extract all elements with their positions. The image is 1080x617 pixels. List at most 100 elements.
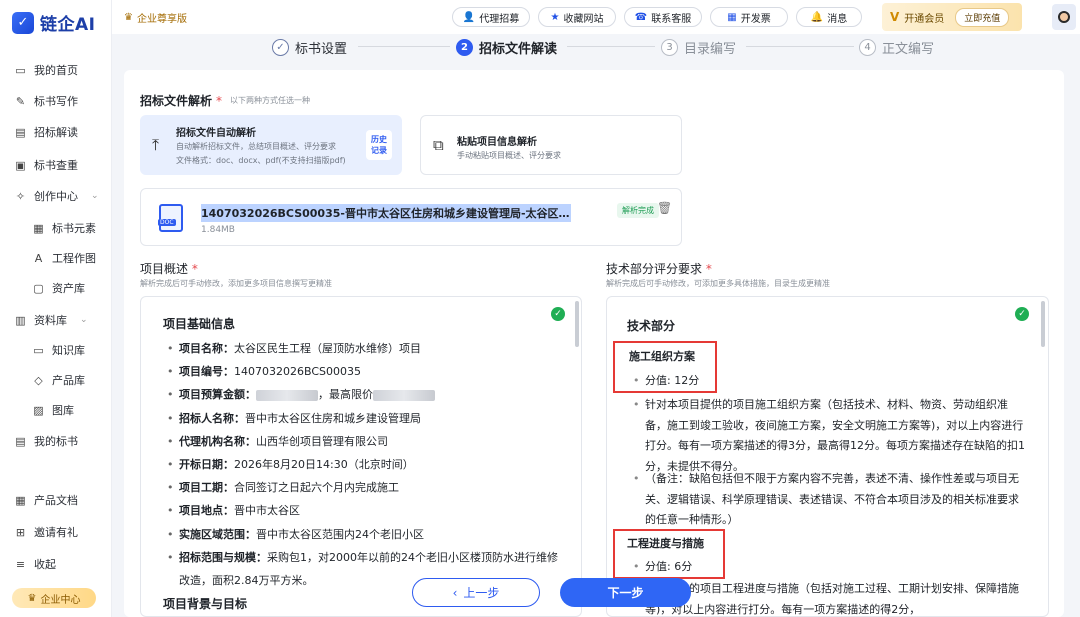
previous-step-button[interactable]: ‹ 上一步 [412,578,540,607]
uploaded-file: DOC 1407032026BCS00035-晋中市太谷区住房和城乡建设管理局-… [140,188,682,246]
list-item: （备注：缺陷包括但不限于方案内容不完善，表述不清、操作性差或与项目无关、逻辑错误… [629,469,1029,531]
avatar-icon [1058,11,1070,23]
sidebar-item-label: 创作中心 [34,190,78,203]
list-item: 代理机构名称：山西华创项目管理有限公司 [163,430,558,453]
contact-support-button[interactable]: ☎ 联系客服 [624,7,702,27]
recharge-button[interactable]: 立即充值 [955,7,1010,27]
trash-icon[interactable]: 🗑 [657,201,672,215]
crown-icon: ♛ [27,592,37,604]
brand-logo[interactable]: ✓ 链企AI [12,10,95,35]
sidebar-item-label: 工程作图 [52,252,96,265]
scrollbar[interactable] [1041,301,1045,347]
agent-recruit-button[interactable]: 👤 代理招募 [452,7,530,27]
image-icon: ▨ [33,403,44,417]
sidebar-collapse[interactable]: ≡ 收起 [14,554,56,574]
logo-icon: ✓ [12,11,34,34]
pen-icon: ✎ [15,94,26,108]
sidebar-item-label: 标书查重 [34,159,78,172]
sidebar-item-label: 知识库 [52,344,85,357]
check-circle-icon: ✓ [551,307,565,321]
book-icon: ▭ [33,343,44,357]
favorite-site-button[interactable]: ★ 收藏网站 [538,7,616,27]
sidebar-item-resource-library[interactable]: ▥ 资料库 ⌄ [14,310,88,330]
brand-name: 链企AI [40,15,96,35]
next-step-button[interactable]: 下一步 [560,578,691,607]
overview-heading: 项目基础信息 [163,317,236,331]
list-item: 项目地点：晋中市太谷区 [163,499,558,522]
sidebar-item-label: 产品库 [52,374,85,387]
sidebar-item-tender-interpretation[interactable]: ▤ 招标解读 [14,122,78,142]
scrollbar[interactable] [575,301,579,347]
drawing-icon: A [34,251,43,265]
check-doc-icon: ▣ [15,158,26,172]
headset-icon: ☎ [634,11,648,23]
sidebar-item-engineering-drawing[interactable]: A 工程作图 [32,248,96,268]
technical-hint: 解析完成后可手动修改，可添加更多具体措施，目录生成更精准 [606,279,830,288]
list-item: 招标人名称：晋中市太谷区住房和城乡建设管理局 [163,407,558,430]
chevron-down-icon: ⌄ [80,315,88,325]
sidebar-item-label: 标书元素 [52,222,96,235]
technical-heading: 技术部分 [627,319,676,333]
file-size: 1.84MB [201,225,235,235]
list-item: 实施区域范围：晋中市太谷区范围内24个老旧小区 [163,523,558,546]
sidebar-item-image-library[interactable]: ▨ 图库 [32,400,74,420]
crown-icon: ♛ [124,12,133,23]
sidebar-item-creation-center[interactable]: ✧ 创作中心 ⌄ [14,186,99,206]
check-icon: ✓ [272,39,289,56]
star-icon: ★ [550,11,560,23]
upload-icon: ⤒ [152,135,160,154]
overview-hint: 解析完成后可手动修改，添加更多项目信息撰写更精准 [140,279,332,288]
sidebar-item-label: 我的首页 [34,64,78,77]
list-item: 分值: 6分 [629,557,1009,578]
vip-banner[interactable]: V 开通会员 立即充值 [882,3,1022,31]
enterprise-center-button[interactable]: ♛ 企业中心 [12,588,96,608]
redacted-block [256,389,318,401]
history-button[interactable]: 历史记录 [366,130,392,160]
check-circle-icon: ✓ [1015,307,1029,321]
technical-editor[interactable]: ✓ 技术部分 施工组织方案 分值: 12分 针对本项目提供的项目施工组织方案（包… [606,296,1049,617]
sidebar-item-product-docs[interactable]: ▦ 产品文档 [14,490,78,510]
step-toc-writing[interactable]: 3 目录编写 [661,38,736,57]
step-divider [567,46,655,47]
section-heading: 工程进度与措施 [627,537,704,550]
sidebar-item-home[interactable]: ▭ 我的首页 [14,60,78,80]
message-button[interactable]: 🔔 消息 [796,7,862,27]
overview-list: 项目名称：太谷区民生工程（屋顶防水维修）项目 项目编号：1407032026BC… [163,337,558,592]
sidebar-item-knowledge-base[interactable]: ▭ 知识库 [32,340,85,360]
sidebar-item-duplicate-check[interactable]: ▣ 标书查重 [14,155,78,175]
step-indicator: ✓ 标书设置 2 招标文件解读 3 目录编写 4 正文编写 [112,34,1080,62]
auto-parse-option[interactable]: ⤒ 招标文件自动解析 自动解析招标文件，总结项目概述、评分要求 文件格式：doc… [140,115,402,175]
sidebar-item-invite[interactable]: ⊞ 邀请有礼 [14,522,78,542]
step-tender-interpretation[interactable]: 2 招标文件解读 [456,38,557,57]
folder-icon: ▤ [15,434,26,448]
step-bid-settings[interactable]: ✓ 标书设置 [272,38,347,57]
sidebar-item-my-bids[interactable]: ▤ 我的标书 [14,431,78,451]
list-item: 开标日期：2026年8月20日14:30（北京时间） [163,453,558,476]
sidebar-item-bid-elements[interactable]: ▦ 标书元素 [32,218,96,238]
sidebar-item-bid-writing[interactable]: ✎ 标书写作 [14,91,78,111]
technical-label: 技术部分评分要求 * [606,262,712,276]
sparkle-icon: ✧ [15,189,26,203]
sidebar-item-label: 标书写作 [34,95,78,108]
collapse-icon: ≡ [15,557,26,571]
sidebar-item-label: 我的标书 [34,435,78,448]
grid-icon: ▦ [33,221,44,235]
list-item: 项目预算金额：，最高限价 [163,383,558,407]
invoice-button[interactable]: ▦ 开发票 [710,7,788,27]
file-name: 1407032026BCS00035-晋中市太谷区住房和城乡建设管理局-太谷区民… [201,204,571,222]
paste-parse-option[interactable]: ⧉ 粘贴项目信息解析 手动粘贴项目概述、评分要求 [420,115,682,175]
step-body-writing[interactable]: 4 正文编写 [859,38,934,57]
avatar[interactable] [1052,4,1076,30]
document-icon: ▤ [15,125,26,139]
list-item: 针对本项目提供的项目施工组织方案（包括技术、材料、物资、劳动组织准备，施工到竣工… [629,395,1029,477]
asset-icon: ▢ [33,281,44,295]
sidebar-item-product-library[interactable]: ◇ 产品库 [32,370,85,390]
status-badge: 解析完成 [617,203,659,218]
paste-icon: ⧉ [433,136,444,154]
redacted-block [373,389,435,401]
step-divider [358,46,450,47]
sidebar: ✓ 链企AI ▭ 我的首页 ✎ 标书写作 ▤ 招标解读 ▣ 标书查重 ✧ 创作中心 ⌄ ▦ 标… [0,0,112,617]
sidebar-item-asset-library[interactable]: ▢ 资产库 [32,278,85,298]
overview-editor[interactable]: ✓ 项目基础信息 项目名称：太谷区民生工程（屋顶防水维修）项目 项目编号：140… [140,296,582,617]
docs-icon: ▦ [15,493,26,507]
